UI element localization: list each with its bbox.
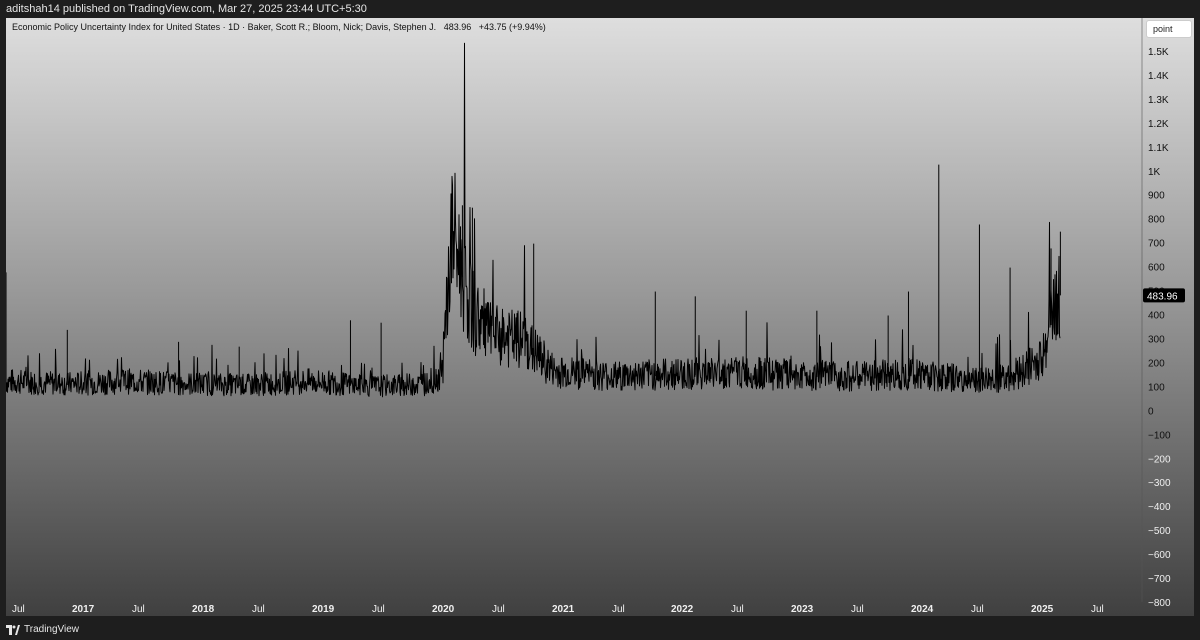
y-tick-label: 1.4K [1148, 71, 1169, 82]
y-tick-label: −100 [1148, 430, 1171, 441]
y-tick-label: −800 [1148, 598, 1171, 609]
publish-info: aditshah14 published on TradingView.com,… [6, 3, 367, 15]
y-tick-label: −600 [1148, 550, 1171, 561]
x-tick-label: 2025 [1031, 604, 1054, 615]
y-tick-label: −400 [1148, 502, 1171, 513]
x-tick-label: 2022 [671, 604, 694, 615]
y-tick-label: 1.1K [1148, 143, 1169, 154]
footer-bar: TradingView [0, 620, 1200, 640]
x-tick-label: Jul [851, 604, 864, 615]
x-tick-label: 2024 [911, 604, 934, 615]
y-tick-label: −200 [1148, 454, 1171, 465]
x-tick-label: Jul [971, 604, 984, 615]
brand-name: TradingView [24, 624, 80, 635]
series-line [6, 42, 1061, 398]
x-tick-label: Jul [132, 604, 145, 615]
y-tick-label: 900 [1148, 191, 1165, 202]
legend-change: +43.75 (+9.94%) [478, 22, 546, 32]
x-tick-label: Jul [612, 604, 625, 615]
y-tick-label: −300 [1148, 478, 1171, 489]
y-tick-label: 1K [1148, 167, 1161, 178]
publish-info-bar: aditshah14 published on TradingView.com,… [0, 0, 1200, 18]
legend-title: Economic Policy Uncertainty Index for Un… [12, 22, 437, 32]
x-tick-label: 2020 [432, 604, 455, 615]
x-tick-label: Jul [372, 604, 385, 615]
x-tick-label: Jul [1091, 604, 1104, 615]
x-tick-label: 2021 [552, 604, 575, 615]
chart-legend: Economic Policy Uncertainty Index for Un… [12, 22, 546, 32]
x-tick-label: 2017 [72, 604, 95, 615]
y-tick-label: 200 [1148, 358, 1165, 369]
legend-value: 483.96 [443, 22, 472, 32]
y-tick-label: 1.5K [1148, 47, 1169, 58]
price-chart[interactable]: 1.6K1.5K1.4K1.3K1.2K1.1K1K90080070060050… [6, 18, 1194, 616]
x-tick-label: 2018 [192, 604, 215, 615]
x-tick-label: 2019 [312, 604, 335, 615]
y-tick-label: 400 [1148, 311, 1165, 322]
x-tick-label: Jul [492, 604, 505, 615]
y-tick-label: 1.3K [1148, 95, 1169, 106]
last-price-label: 483.96 [1147, 291, 1178, 302]
tradingview-logo-icon [6, 625, 20, 635]
y-tick-label: 600 [1148, 263, 1165, 274]
y-tick-label: 300 [1148, 334, 1165, 345]
y-tick-label: 1.2K [1148, 119, 1169, 130]
y-tick-label: 700 [1148, 239, 1165, 250]
x-tick-label: Jul [731, 604, 744, 615]
y-tick-label: 800 [1148, 215, 1165, 226]
scale-mode-button[interactable]: point [1146, 20, 1192, 38]
y-tick-label: −700 [1148, 574, 1171, 585]
chart-area[interactable]: 1.6K1.5K1.4K1.3K1.2K1.1K1K90080070060050… [6, 18, 1194, 616]
y-tick-label: 100 [1148, 382, 1165, 393]
x-tick-label: Jul [12, 604, 25, 615]
x-tick-label: 2023 [791, 604, 814, 615]
y-tick-label: 0 [1148, 406, 1154, 417]
x-tick-label: Jul [252, 604, 265, 615]
y-tick-label: −500 [1148, 526, 1171, 537]
